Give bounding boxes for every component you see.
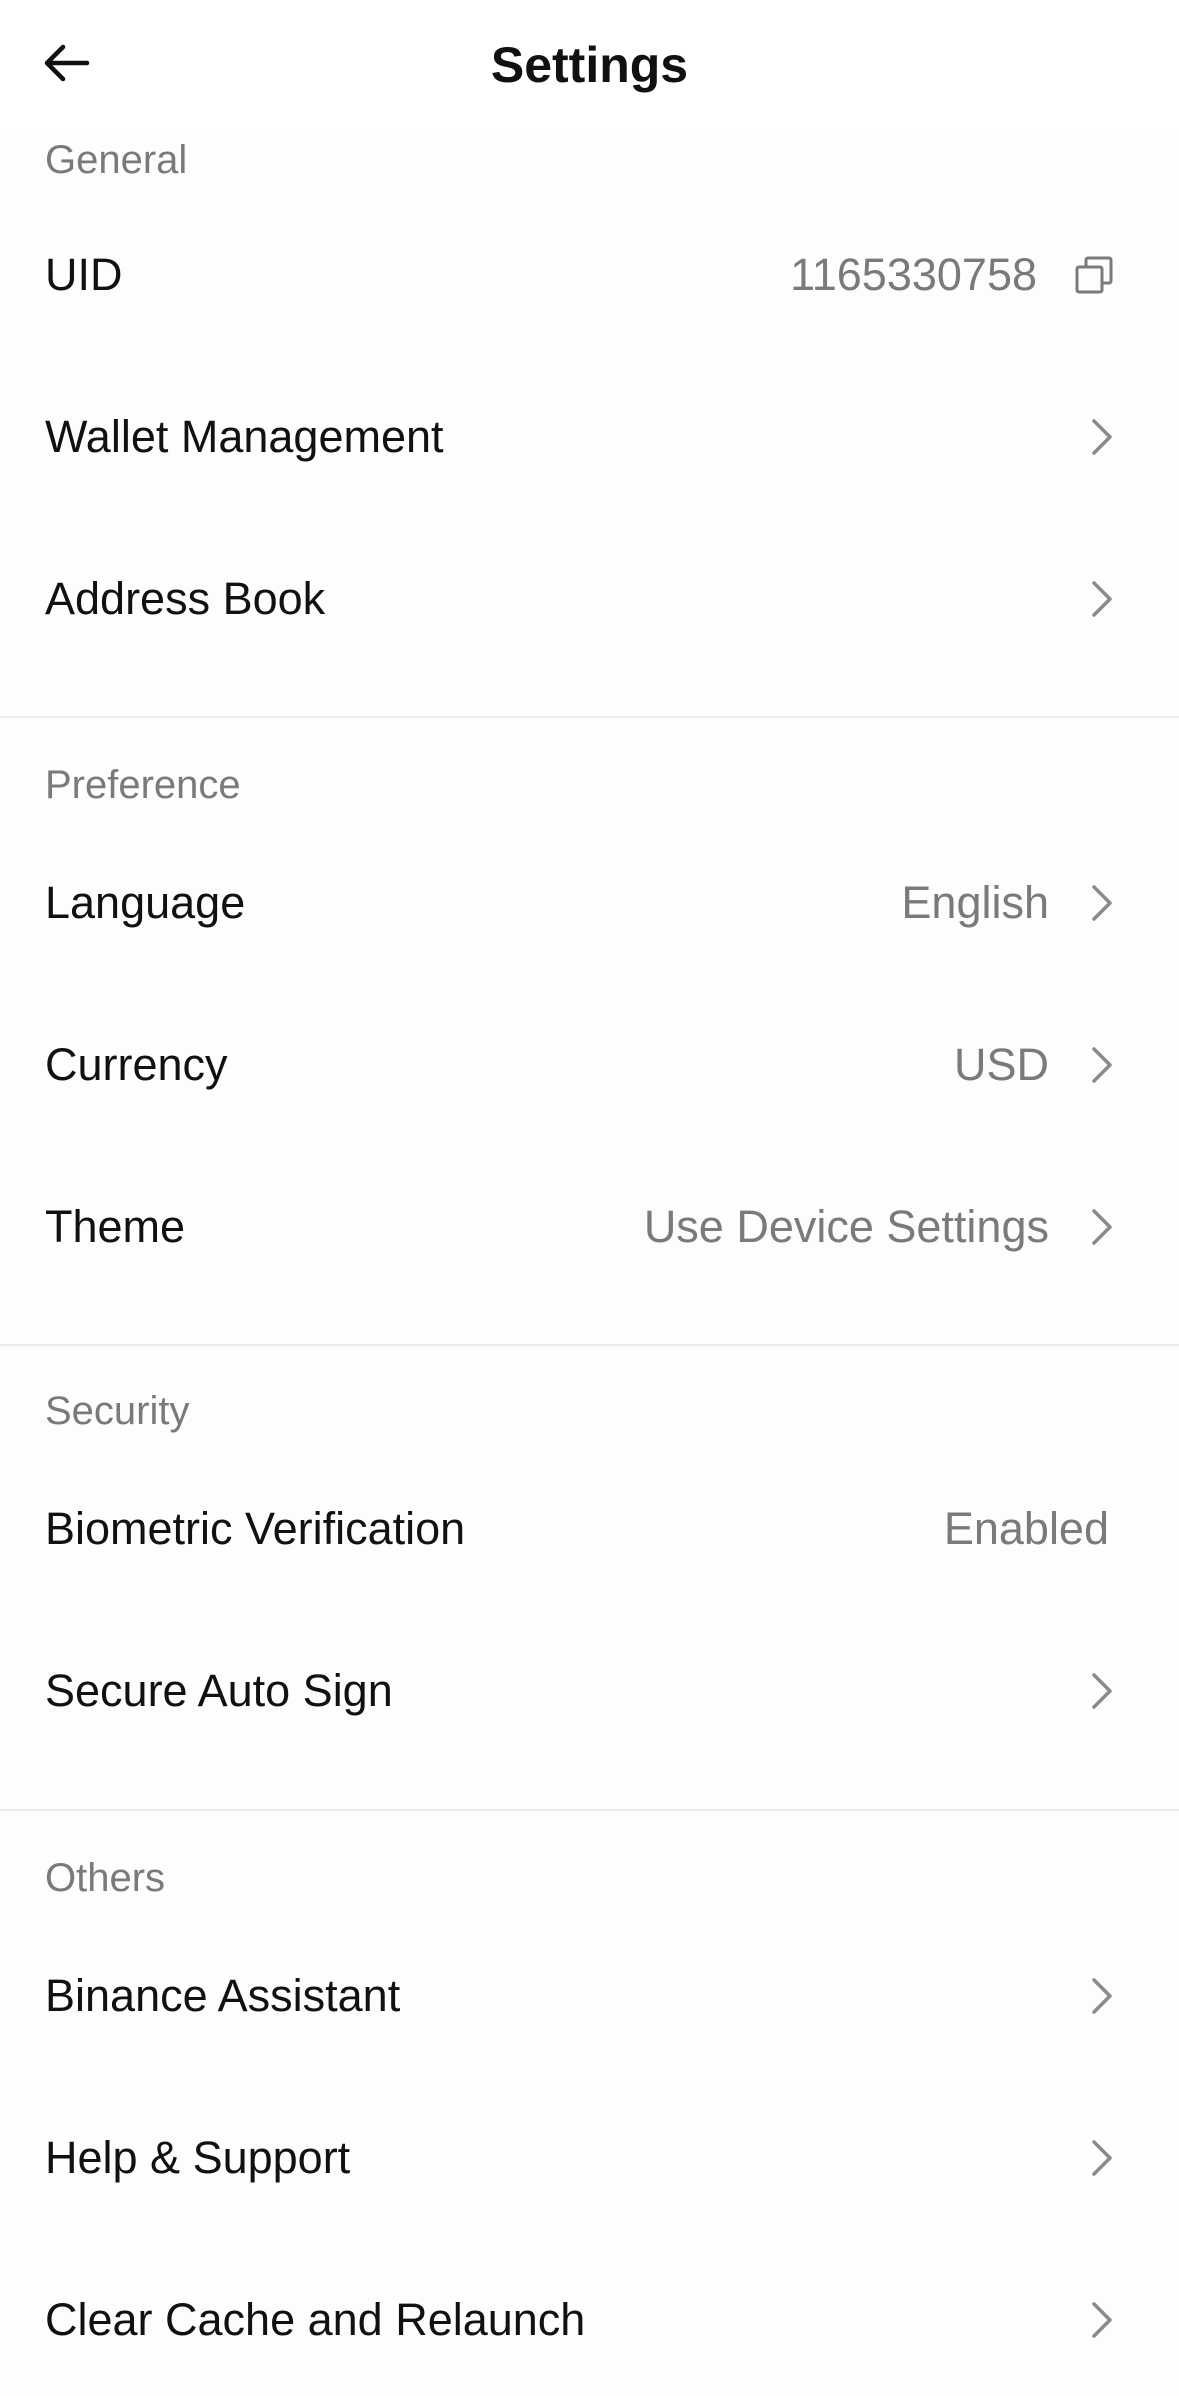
settings-page: Settings General UID 1165330758 Wallet M… (0, 0, 1179, 2396)
chevron-right-icon (1077, 2295, 1127, 2345)
secure-auto-sign-row[interactable]: Secure Auto Sign (0, 1610, 1179, 1772)
section-others: Others Binance Assistant Help & Support … (0, 1811, 1179, 2396)
page-title: Settings (490, 37, 689, 93)
section-security: Security Biometric Verification Enabled … (0, 1346, 1179, 1809)
chevron-right-icon (1077, 1971, 1127, 2021)
currency-value: USD (953, 1039, 1049, 1090)
wallet-management-label: Wallet Management (45, 411, 444, 462)
biometric-verification-row[interactable]: Biometric Verification Enabled (0, 1448, 1179, 1610)
address-book-row[interactable]: Address Book (0, 518, 1179, 680)
currency-label: Currency (45, 1039, 228, 1090)
chevron-right-icon (1077, 1202, 1127, 1252)
section-title-preference: Preference (45, 763, 241, 807)
uid-value: 1165330758 (790, 249, 1037, 300)
help-support-label: Help & Support (45, 2132, 351, 2183)
clear-cache-row[interactable]: Clear Cache and Relaunch (0, 2239, 1179, 2396)
biometric-verification-label: Biometric Verification (45, 1503, 466, 1554)
language-row[interactable]: Language English (0, 822, 1179, 984)
section-title-general: General (45, 138, 188, 182)
theme-value: Use Device Settings (643, 1201, 1049, 1252)
biometric-verification-value: Enabled (943, 1503, 1109, 1554)
chevron-right-icon (1077, 2133, 1127, 2183)
language-value: English (901, 877, 1049, 928)
arrow-left-icon (41, 43, 91, 88)
help-support-row[interactable]: Help & Support (0, 2077, 1179, 2239)
chevron-right-icon (1077, 1666, 1127, 1716)
uid-label: UID (45, 249, 123, 300)
copy-icon[interactable] (1069, 250, 1119, 300)
theme-label: Theme (45, 1201, 186, 1252)
binance-assistant-label: Binance Assistant (45, 1970, 401, 2021)
uid-row: UID 1165330758 (0, 194, 1179, 356)
header: Settings (0, 0, 1179, 130)
chevron-right-icon (1077, 574, 1127, 624)
back-button[interactable] (36, 30, 96, 100)
language-label: Language (45, 877, 246, 928)
binance-assistant-row[interactable]: Binance Assistant (0, 1915, 1179, 2077)
clear-cache-label: Clear Cache and Relaunch (45, 2294, 586, 2345)
section-title-security: Security (45, 1389, 190, 1433)
address-book-label: Address Book (45, 573, 326, 624)
chevron-right-icon (1077, 878, 1127, 928)
theme-row[interactable]: Theme Use Device Settings (0, 1146, 1179, 1308)
chevron-right-icon (1077, 1040, 1127, 1090)
secure-auto-sign-label: Secure Auto Sign (45, 1665, 393, 1716)
section-preference: Preference Language English Currency USD… (0, 718, 1179, 1344)
wallet-management-row[interactable]: Wallet Management (0, 356, 1179, 518)
currency-row[interactable]: Currency USD (0, 984, 1179, 1146)
chevron-right-icon (1077, 412, 1127, 462)
section-title-others: Others (45, 1856, 166, 1900)
section-general: General UID 1165330758 Wallet Management… (0, 130, 1179, 715)
